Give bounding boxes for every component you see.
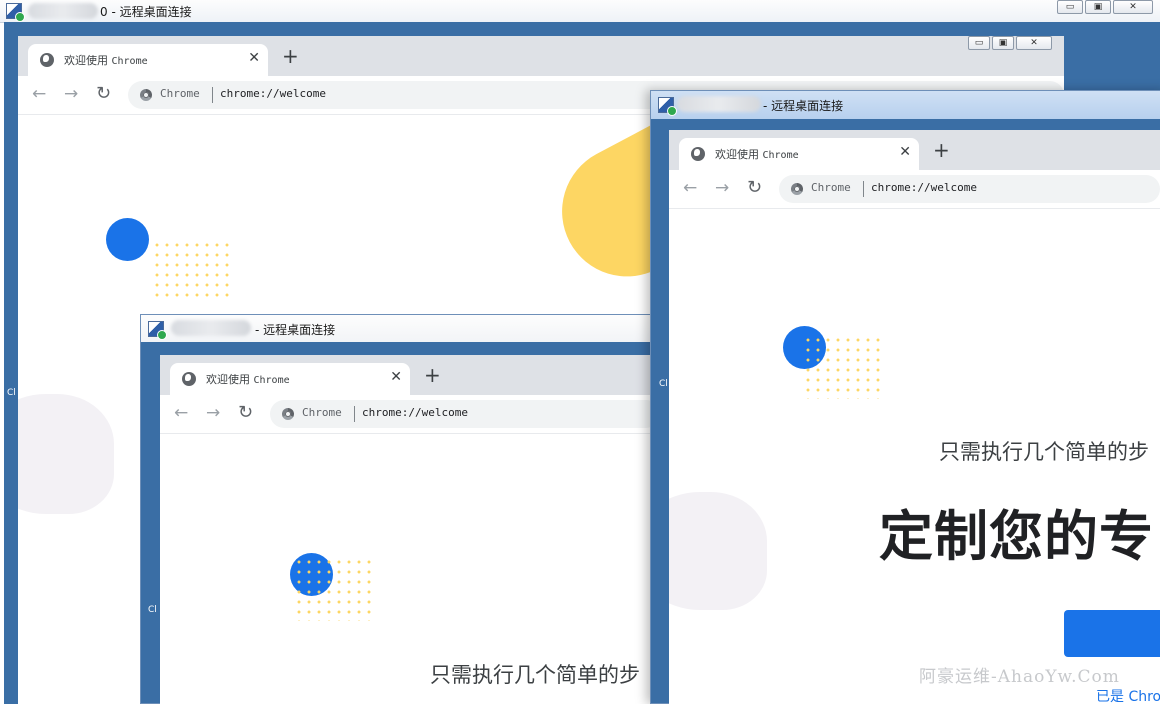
- reload-icon[interactable]: ↻: [96, 84, 111, 104]
- blurred-hostname: [171, 320, 251, 336]
- minimize-button[interactable]: ▭: [1057, 0, 1083, 14]
- globe-icon: [182, 372, 196, 386]
- restore-button[interactable]: ▣: [1085, 0, 1111, 14]
- tab-title: 欢迎使用 Chrome: [715, 148, 799, 161]
- grey-blob-decoration: [669, 492, 767, 610]
- welcome-subtitle: 只需执行几个简单的步: [430, 663, 640, 687]
- forward-arrow-icon[interactable]: →: [715, 178, 729, 198]
- chrome-window-2: 欢迎使用 Chrome ✕ + ← → ↻ Chrome chrome://we…: [160, 355, 660, 704]
- address-bar[interactable]: Chrome chrome://welcome: [779, 175, 1160, 203]
- chrome-logo-icon: [791, 183, 803, 195]
- restore-button[interactable]: ▣: [992, 36, 1014, 50]
- toolbar: ← → ↻ Chrome chrome://welcome: [160, 395, 660, 434]
- reload-icon[interactable]: ↻: [238, 403, 253, 423]
- forward-arrow-icon[interactable]: →: [64, 84, 78, 104]
- chrome-logo-icon: [282, 408, 294, 420]
- tab-welcome[interactable]: 欢迎使用 Chrome ✕: [170, 363, 410, 395]
- omnibox-url: chrome://welcome: [220, 87, 326, 100]
- blurred-hostname: [677, 96, 761, 112]
- back-arrow-icon[interactable]: ←: [32, 84, 46, 104]
- signin-link[interactable]: 已是 Chrome: [1096, 686, 1160, 704]
- rdp-window-2-titlebar: - 远程桌面连接: [141, 315, 659, 342]
- omnibox-divider: [354, 406, 355, 422]
- tab-strip: 欢迎使用 Chrome ✕ + ▭ ▣ ✕: [18, 36, 1064, 76]
- outer-rdp-titlebar: 0 - 远程桌面连接 ▭ ▣ ✕: [0, 0, 1160, 23]
- watermark-text: 阿豪运维-AhaoYw.Com: [919, 667, 1120, 687]
- tab-welcome[interactable]: 欢迎使用 Chrome ✕: [28, 44, 268, 76]
- rdp-window-3-titlebar: - 远程桌面连接: [651, 91, 1160, 119]
- globe-icon: [40, 53, 54, 67]
- remote-desktop-icon: [6, 3, 25, 22]
- chrome-window-controls: ▭ ▣ ✕: [968, 36, 1052, 50]
- tab-title: 欢迎使用 Chrome: [64, 54, 148, 67]
- blurred-hostname: [28, 3, 98, 19]
- forward-arrow-icon[interactable]: →: [206, 403, 220, 423]
- omnibox-divider: [212, 87, 213, 103]
- close-button[interactable]: ✕: [1016, 36, 1052, 50]
- rdp-window-2-title: - 远程桌面连接: [255, 323, 336, 337]
- side-letter: Cl: [7, 388, 16, 398]
- outer-window-title: 0 - 远程桌面连接: [100, 5, 192, 19]
- tab-close-icon[interactable]: ✕: [248, 50, 260, 66]
- tab-title: 欢迎使用 Chrome: [206, 373, 290, 386]
- tab-close-icon[interactable]: ✕: [390, 369, 402, 385]
- omnibox-scheme: Chrome: [160, 87, 200, 100]
- tab-strip: 欢迎使用 Chrome ✕ +: [160, 355, 660, 395]
- blue-circle-decoration: [106, 218, 149, 261]
- back-arrow-icon[interactable]: ←: [174, 403, 188, 423]
- tab-welcome[interactable]: 欢迎使用 Chrome ✕: [679, 138, 919, 170]
- address-bar[interactable]: Chrome chrome://welcome: [270, 400, 660, 428]
- remote-desktop-icon: [658, 97, 677, 116]
- new-tab-button[interactable]: +: [424, 365, 441, 385]
- welcome-headline: 定制您的专: [879, 505, 1154, 568]
- omnibox-url: chrome://welcome: [871, 181, 977, 194]
- back-arrow-icon[interactable]: ←: [683, 178, 697, 198]
- new-tab-button[interactable]: +: [282, 46, 299, 66]
- dot-grid-decoration: [294, 557, 376, 621]
- omnibox-scheme: Chrome: [811, 181, 851, 194]
- welcome-subtitle: 只需执行几个简单的步: [939, 440, 1149, 464]
- minimize-button[interactable]: ▭: [968, 36, 990, 50]
- globe-icon: [691, 147, 705, 161]
- rdp-window-3-title: - 远程桌面连接: [763, 99, 844, 113]
- omnibox-url: chrome://welcome: [362, 406, 468, 419]
- side-letter: Cl: [659, 379, 668, 389]
- outer-window-controls: ▭ ▣ ✕: [1057, 0, 1153, 14]
- chrome-logo-icon: [140, 89, 152, 101]
- dot-grid-decoration: [803, 335, 885, 399]
- chrome-window-3: 欢迎使用 Chrome ✕ + ← → ↻ Chrome chrome://we…: [669, 130, 1160, 704]
- omnibox-scheme: Chrome: [302, 406, 342, 419]
- tab-close-icon[interactable]: ✕: [899, 144, 911, 160]
- toolbar: ← → ↻ Chrome chrome://welcome: [669, 170, 1160, 209]
- omnibox-divider: [863, 181, 864, 197]
- new-tab-button[interactable]: +: [933, 140, 950, 160]
- remote-desktop-icon: [148, 321, 167, 340]
- grey-blob-decoration: [18, 394, 114, 514]
- dot-grid-decoration: [152, 240, 232, 302]
- tab-strip: 欢迎使用 Chrome ✕ +: [669, 130, 1160, 170]
- reload-icon[interactable]: ↻: [747, 178, 762, 198]
- close-button[interactable]: ✕: [1113, 0, 1153, 14]
- side-letter: Cl: [148, 605, 157, 615]
- get-started-button[interactable]: [1064, 610, 1160, 657]
